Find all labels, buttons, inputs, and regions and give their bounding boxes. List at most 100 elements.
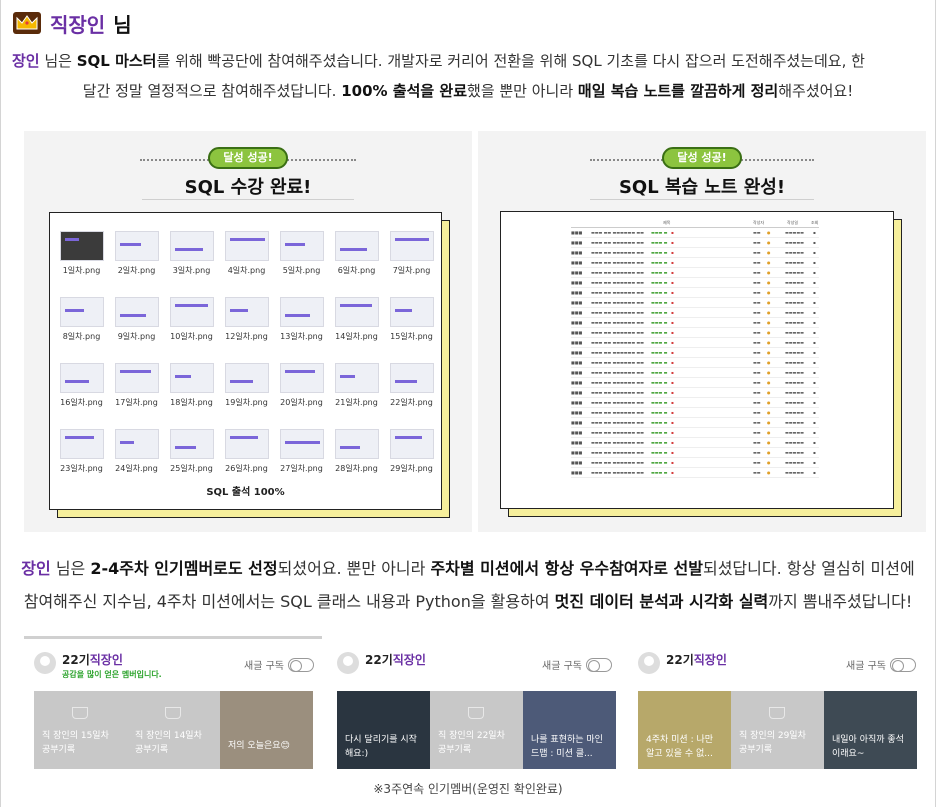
table-row[interactable]: ■■■ ▬▬▬ ▬▬ ▬▬▬▬▬▬ ▬▬ ▬▬▬ ▬ ▪ ▬▬ ● ▬▬▬▬▬ ▪	[571, 368, 819, 378]
table-cell: ▪	[813, 280, 816, 285]
table-row[interactable]: ■■■ ▬▬▬ ▬▬ ▬▬▬▬▬▬ ▬▬ ▬▬▬ ▬ ▪ ▬▬ ● ▬▬▬▬▬ ▪	[571, 338, 819, 348]
thumbnail-item[interactable]: 6일차.png	[329, 227, 384, 297]
post-tile[interactable]: 내일아 아직까 좋석이래요~	[824, 691, 917, 769]
thumbnail-item[interactable]: 4일차.png	[219, 227, 274, 297]
table-row[interactable]: ■■■ ▬▬▬ ▬▬ ▬▬▬▬▬▬ ▬▬ ▬▬▬ ▬ ▪ ▬▬ ● ▬▬▬▬▬ ▪	[571, 358, 819, 368]
toggle-icon[interactable]	[586, 657, 612, 672]
table-row[interactable]: ■■■ ▬▬▬ ▬▬ ▬▬▬▬▬▬ ▬▬ ▬▬▬ ▬ ▪ ▬▬ ● ▬▬▬▬▬ ▪	[571, 248, 819, 258]
post-tile[interactable]: 직 장인의 29일차 공부기록	[731, 691, 824, 769]
table-row[interactable]: ■■■ ▬▬▬ ▬▬ ▬▬▬▬▬▬ ▬▬ ▬▬▬ ▬ ▪ ▬▬ ● ▬▬▬▬▬ ▪	[571, 278, 819, 288]
table-cell: ▬▬▬▬▬	[785, 440, 804, 445]
thumbnail-item[interactable]: 7일차.png	[384, 227, 439, 297]
screenshot-thumbnail	[225, 231, 269, 261]
thumbnail-item[interactable]: 13일차.png	[274, 293, 329, 363]
thumbnail-item[interactable]: 14일차.png	[329, 293, 384, 363]
table-cell: ■■■	[571, 360, 583, 365]
table-cell: ●	[767, 250, 771, 255]
text: 달간 정말 열정적으로 참여해주셨답니다.	[82, 82, 342, 100]
table-cell: ▪	[813, 350, 816, 355]
thumbnail-item[interactable]: 16일차.png	[54, 359, 109, 429]
table-row[interactable]: ■■■ ▬▬▬ ▬▬ ▬▬▬▬▬▬ ▬▬ ▬▬▬ ▬ ▪ ▬▬ ● ▬▬▬▬▬ ▪	[571, 428, 819, 438]
thumbnail-item[interactable]: 10일차.png	[164, 293, 219, 363]
table-row[interactable]: ■■■ ▬▬▬ ▬▬ ▬▬▬▬▬▬ ▬▬ ▬▬▬ ▬ ▪ ▬▬ ● ▬▬▬▬▬ ▪	[571, 228, 819, 238]
table-cell: ▬▬	[753, 420, 761, 425]
table-row[interactable]: ■■■ ▬▬▬ ▬▬ ▬▬▬▬▬▬ ▬▬ ▬▬▬ ▬ ▪ ▬▬ ● ▬▬▬▬▬ ▪	[571, 398, 819, 408]
table-row[interactable]: ■■■ ▬▬▬ ▬▬ ▬▬▬▬▬▬ ▬▬ ▬▬▬ ▬ ▪ ▬▬ ● ▬▬▬▬▬ ▪	[571, 308, 819, 318]
table-cell: ▪	[813, 440, 816, 445]
cohort: 22기	[62, 653, 90, 667]
member-card-3[interactable]: 22기직장인 새글 구독 4주차 미션 : 나만 알고 있을 수 없... 직 …	[638, 645, 917, 769]
post-tile[interactable]: 직 장인의 15일차 공부기록	[34, 691, 127, 769]
post-tile[interactable]: 직 장인의 22일차 공부기록	[430, 691, 523, 769]
member-card-1[interactable]: 22기직장인 공감을 많이 얻은 멤버입니다. 새글 구독 직 장인의 15일차…	[34, 645, 314, 769]
table-row[interactable]: ■■■ ▬▬▬ ▬▬ ▬▬▬▬▬▬ ▬▬ ▬▬▬ ▬ ▪ ▬▬ ● ▬▬▬▬▬ ▪	[571, 468, 819, 478]
table-cell: ▬▬▬▬▬	[785, 470, 804, 475]
thumbnail-item[interactable]: 1일차.png	[54, 227, 109, 297]
thumbnail-item[interactable]: 8일차.png	[54, 293, 109, 363]
table-cell: ▬▬▬ ▬	[651, 330, 668, 335]
thumbnail-item[interactable]: 3일차.png	[164, 227, 219, 297]
table-cell: ▬▬▬ ▬▬ ▬▬▬▬▬▬ ▬▬	[591, 320, 644, 325]
table-cell: ■■■	[571, 280, 583, 285]
member-name: 직장인	[392, 653, 426, 667]
thumbnail-label: 16일차.png	[60, 398, 103, 407]
member-card-2[interactable]: 22기직장인 새글 구독 다시 달리기를 시작해요:) 직 장인의 22일차 공…	[337, 645, 616, 769]
table-cell: ■■■	[571, 410, 583, 415]
table-cell: ▬▬▬▬▬	[785, 460, 804, 465]
table-row[interactable]: ■■■ ▬▬▬ ▬▬ ▬▬▬▬▬▬ ▬▬ ▬▬▬ ▬ ▪ ▬▬ ● ▬▬▬▬▬ ▪	[571, 238, 819, 248]
table-row[interactable]: ■■■ ▬▬▬ ▬▬ ▬▬▬▬▬▬ ▬▬ ▬▬▬ ▬ ▪ ▬▬ ● ▬▬▬▬▬ ▪	[571, 288, 819, 298]
table-cell: ▪	[671, 420, 674, 425]
thumbnail-label: 27일차.png	[280, 464, 323, 473]
post-tile[interactable]: 저의 오늘은요😊	[220, 691, 313, 769]
table-cell: ■■■	[571, 460, 583, 465]
table-cell: ●	[767, 420, 771, 425]
table-cell: ▪	[671, 440, 674, 445]
toggle-icon[interactable]	[288, 657, 314, 672]
table-row[interactable]: ■■■ ▬▬▬ ▬▬ ▬▬▬▬▬▬ ▬▬ ▬▬▬ ▬ ▪ ▬▬ ● ▬▬▬▬▬ ▪	[571, 438, 819, 448]
table-row[interactable]: ■■■ ▬▬▬ ▬▬ ▬▬▬▬▬▬ ▬▬ ▬▬▬ ▬ ▪ ▬▬ ● ▬▬▬▬▬ ▪	[571, 258, 819, 268]
thumbnail-item[interactable]: 22일차.png	[384, 359, 439, 429]
post-tile[interactable]: 나를 표현하는 마인드맵 : 미션 클...	[523, 691, 616, 769]
subscribe-toggle[interactable]: 새글 구독	[244, 657, 314, 672]
table-cell: ▬▬	[753, 460, 761, 465]
thumbnail-item[interactable]: 5일차.png	[274, 227, 329, 297]
table-cell: ▪	[671, 230, 674, 235]
table-row[interactable]: ■■■ ▬▬▬ ▬▬ ▬▬▬▬▬▬ ▬▬ ▬▬▬ ▬ ▪ ▬▬ ● ▬▬▬▬▬ ▪	[571, 448, 819, 458]
thumbnail-item[interactable]: 21일차.png	[329, 359, 384, 429]
table-row[interactable]: ■■■ ▬▬▬ ▬▬ ▬▬▬▬▬▬ ▬▬ ▬▬▬ ▬ ▪ ▬▬ ● ▬▬▬▬▬ ▪	[571, 378, 819, 388]
table-cell: ■■■	[571, 320, 583, 325]
subscribe-toggle[interactable]: 새글 구독	[542, 657, 612, 672]
post-tile[interactable]: 4주차 미션 : 나만 알고 있을 수 없...	[638, 691, 731, 769]
notes-card: 제목 작성자 작성일 조회 ■■■ ▬▬▬ ▬▬ ▬▬▬▬▬▬ ▬▬ ▬▬▬ ▬ ▪ ▬…	[500, 211, 894, 509]
thumbnail-item[interactable]: 20일차.png	[274, 359, 329, 429]
thumbnail-item[interactable]: 15일차.png	[384, 293, 439, 363]
col-title: 제목	[663, 220, 671, 225]
table-cell: ▬▬▬ ▬	[651, 350, 668, 355]
thumbnail-item[interactable]: 2일차.png	[109, 227, 164, 297]
table-row[interactable]: ■■■ ▬▬▬ ▬▬ ▬▬▬▬▬▬ ▬▬ ▬▬▬ ▬ ▪ ▬▬ ● ▬▬▬▬▬ ▪	[571, 408, 819, 418]
thumbnail-item[interactable]: 17일차.png	[109, 359, 164, 429]
table-cell: ▪	[813, 400, 816, 405]
thumbnail-item[interactable]: 18일차.png	[164, 359, 219, 429]
thumbnail-label: 29일차.png	[390, 464, 433, 473]
table-row[interactable]: ■■■ ▬▬▬ ▬▬ ▬▬▬▬▬▬ ▬▬ ▬▬▬ ▬ ▪ ▬▬ ● ▬▬▬▬▬ ▪	[571, 348, 819, 358]
table-row[interactable]: ■■■ ▬▬▬ ▬▬ ▬▬▬▬▬▬ ▬▬ ▬▬▬ ▬ ▪ ▬▬ ● ▬▬▬▬▬ ▪	[571, 458, 819, 468]
post-tile[interactable]: 직 장인의 14일차 공부기록	[127, 691, 220, 769]
table-row[interactable]: ■■■ ▬▬▬ ▬▬ ▬▬▬▬▬▬ ▬▬ ▬▬▬ ▬ ▪ ▬▬ ● ▬▬▬▬▬ ▪	[571, 418, 819, 428]
toggle-icon[interactable]	[890, 657, 916, 672]
screenshot-thumbnail	[115, 429, 159, 459]
table-cell: ▬▬	[753, 400, 761, 405]
subscribe-toggle[interactable]: 새글 구독	[846, 657, 916, 672]
table-row[interactable]: ■■■ ▬▬▬ ▬▬ ▬▬▬▬▬▬ ▬▬ ▬▬▬ ▬ ▪ ▬▬ ● ▬▬▬▬▬ ▪	[571, 328, 819, 338]
post-title: 4주차 미션 : 나만 알고 있을 수 없...	[646, 735, 714, 759]
post-title: 다시 달리기를 시작해요:)	[345, 735, 417, 759]
table-cell: ▬▬▬ ▬▬ ▬▬▬▬▬▬ ▬▬	[591, 230, 644, 235]
thumbnail-item[interactable]: 19일차.png	[219, 359, 274, 429]
thumbnail-item[interactable]: 9일차.png	[109, 293, 164, 363]
thumbnail-item[interactable]: 12일차.png	[219, 293, 274, 363]
table-row[interactable]: ■■■ ▬▬▬ ▬▬ ▬▬▬▬▬▬ ▬▬ ▬▬▬ ▬ ▪ ▬▬ ● ▬▬▬▬▬ ▪	[571, 388, 819, 398]
table-row[interactable]: ■■■ ▬▬▬ ▬▬ ▬▬▬▬▬▬ ▬▬ ▬▬▬ ▬ ▪ ▬▬ ● ▬▬▬▬▬ ▪	[571, 268, 819, 278]
table-row[interactable]: ■■■ ▬▬▬ ▬▬ ▬▬▬▬▬▬ ▬▬ ▬▬▬ ▬ ▪ ▬▬ ● ▬▬▬▬▬ ▪	[571, 298, 819, 308]
post-tile[interactable]: 다시 달리기를 시작해요:)	[337, 691, 430, 769]
table-row[interactable]: ■■■ ▬▬▬ ▬▬ ▬▬▬▬▬▬ ▬▬ ▬▬▬ ▬ ▪ ▬▬ ● ▬▬▬▬▬ ▪	[571, 318, 819, 328]
